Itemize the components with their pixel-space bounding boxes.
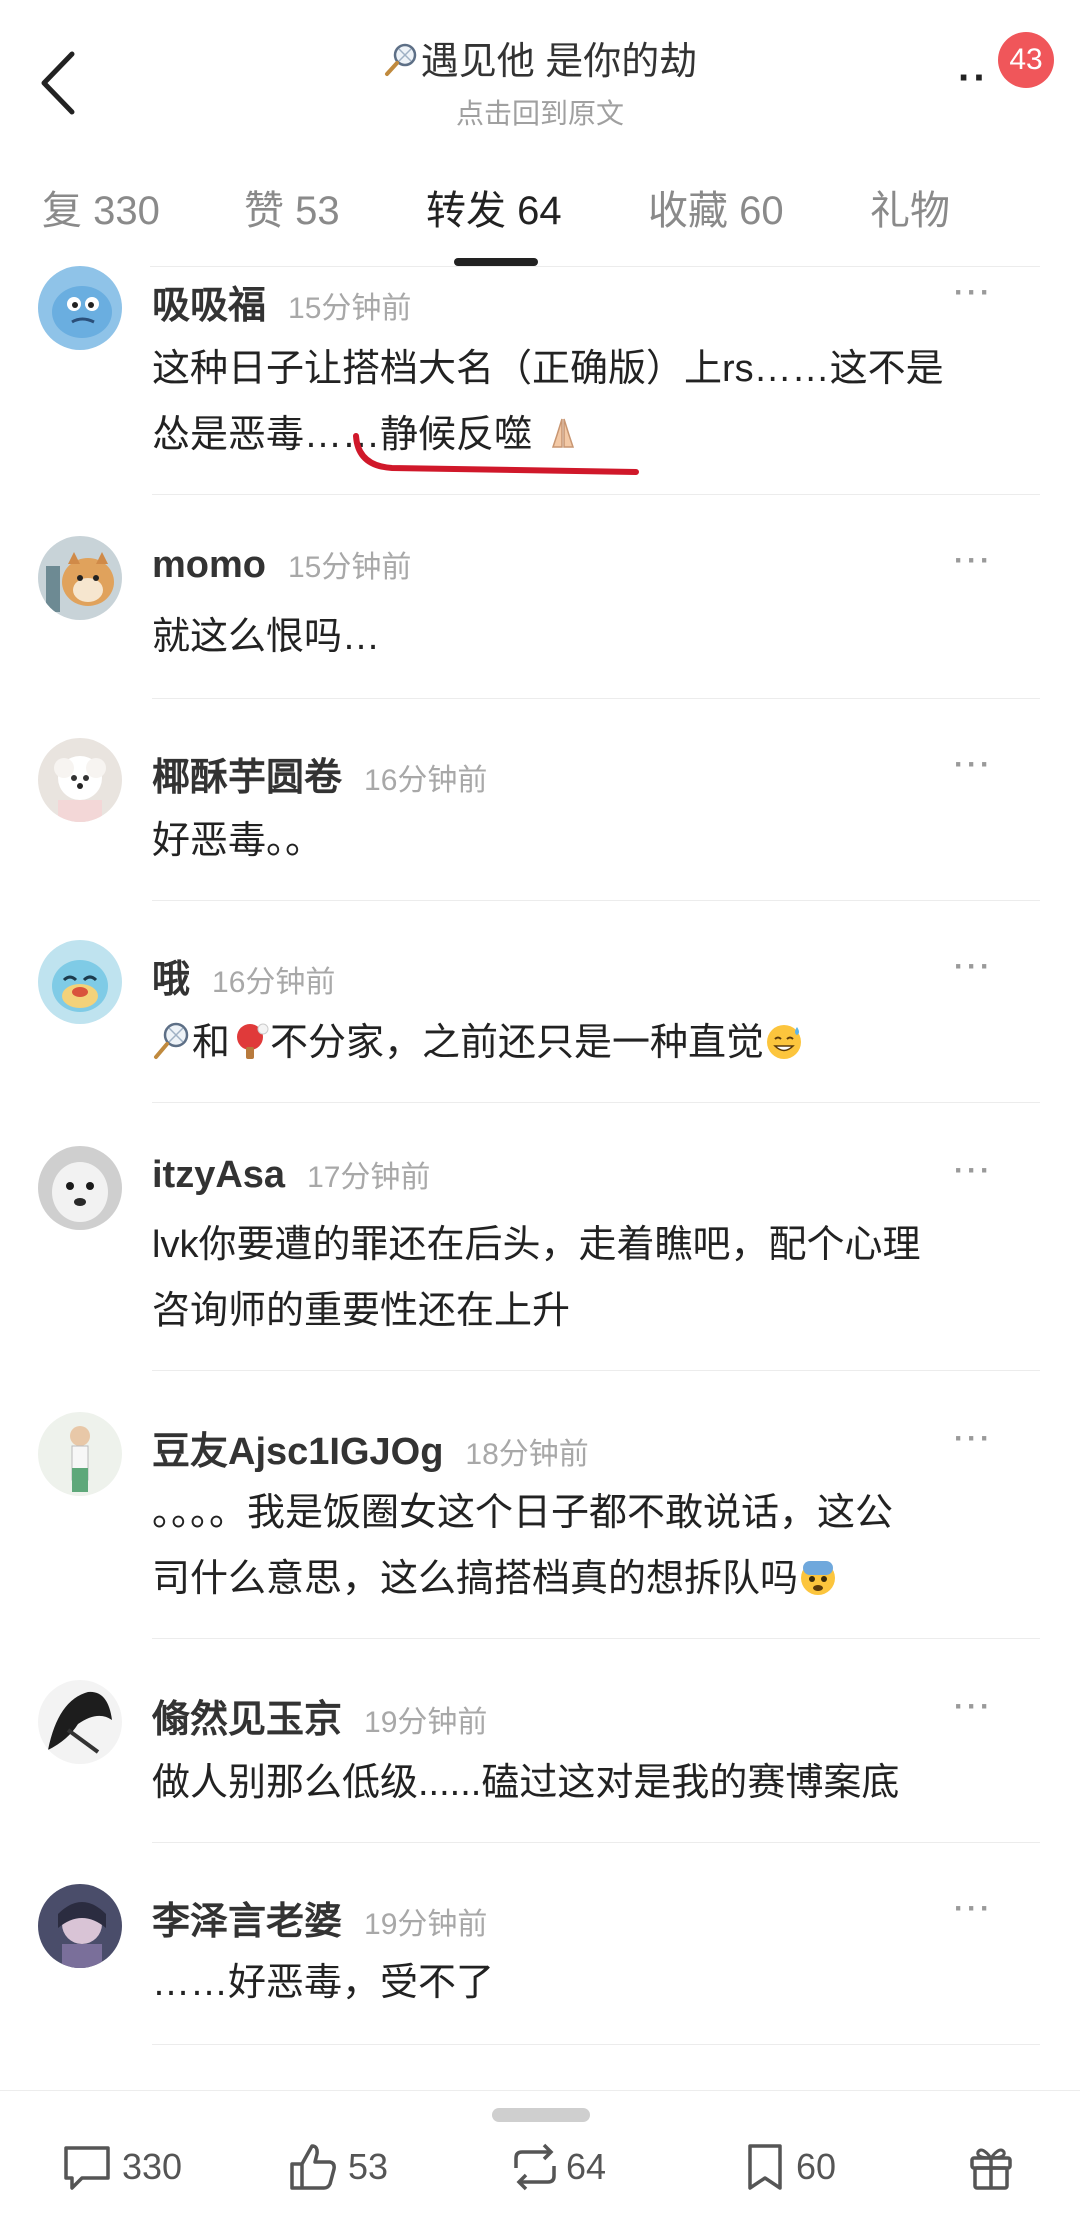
fearful-emoji-icon: [801, 1561, 836, 1595]
like-count: 53: [348, 2146, 389, 2187]
back-to-original-link[interactable]: 点击回到原文: [0, 92, 1080, 132]
post-title: 遇见他 是你的劫: [420, 41, 698, 83]
comment-text: 和 不分家，之前还只是一种直觉: [152, 1010, 1032, 1076]
tab-bar: 复 330 赞 53 转发 64 收藏 60 礼物: [0, 160, 1080, 270]
timestamp: 16分钟前: [212, 966, 336, 999]
avatar[interactable]: [38, 1412, 122, 1496]
timestamp: 19分钟前: [364, 1908, 488, 1941]
top-bar: 遇见他 是你的劫 点击回到原文 ·· 43: [0, 0, 1080, 140]
divider: [152, 900, 1040, 901]
comment-text: 就这么恨吗…: [152, 616, 381, 658]
divider: [150, 266, 1040, 267]
comment-more-icon[interactable]: ···: [954, 1892, 993, 1926]
comment-more-icon[interactable]: ···: [954, 1154, 993, 1188]
comment-text: ……好恶毒，受不了: [152, 1962, 495, 2004]
comment-text: lvk你要遭的罪还在后头，走着瞧吧，配个心理 咨询师的重要性还在上升: [152, 1212, 1032, 1344]
timestamp: 17分钟前: [307, 1161, 431, 1194]
red-underline-annotation: [353, 433, 639, 475]
avatar[interactable]: [38, 1146, 122, 1230]
bookmark-icon: [748, 2144, 782, 2190]
comment-text: 。。。。我是饭圈女这个日子都不敢说话，这公 司什么意思，这么搞搭档真的想拆队吗: [152, 1480, 1032, 1612]
divider: [152, 1842, 1040, 1843]
active-tab-indicator: [454, 258, 538, 266]
tab-gifts[interactable]: 礼物: [870, 178, 950, 236]
divider: [152, 494, 1040, 495]
avatar[interactable]: [38, 738, 122, 822]
comment-more-icon[interactable]: ···: [954, 544, 993, 578]
username[interactable]: momo 15分钟前: [152, 542, 411, 587]
ping-pong-icon: [237, 1023, 269, 1059]
tab-likes[interactable]: 赞 53: [244, 178, 340, 236]
avatar[interactable]: [38, 940, 122, 1024]
comment-line: 。。。。我是饭圈女这个日子都不敢说话，这公: [152, 1492, 894, 1534]
favorite-count: 60: [796, 2146, 837, 2187]
avatar[interactable]: [38, 536, 122, 620]
comment-more-icon[interactable]: ···: [954, 276, 993, 310]
badminton-icon: [154, 1022, 189, 1059]
comment-line: 司什么意思，这么搞搭档真的想拆队吗: [152, 1546, 1032, 1612]
timestamp: 15分钟前: [288, 551, 412, 584]
comment-icon: [64, 2146, 110, 2190]
gift-button[interactable]: [964, 2140, 1024, 2200]
timestamp: 18分钟前: [465, 1438, 589, 1471]
avatar[interactable]: [38, 266, 122, 350]
username[interactable]: 李泽言老婆 19分钟前: [152, 1890, 487, 1945]
timestamp: 15分钟前: [288, 292, 412, 325]
post-title-link[interactable]: 遇见他 是你的劫: [0, 30, 1080, 85]
divider: [152, 1102, 1040, 1103]
divider: [152, 1638, 1040, 1639]
more-icon[interactable]: ··: [958, 56, 989, 101]
username[interactable]: 翛然见玉京 19分钟前: [152, 1688, 487, 1743]
like-icon: [290, 2144, 336, 2190]
repost-count: 64: [566, 2146, 607, 2187]
comment-line: lvk你要遭的罪还在后头，走着瞧吧，配个心理: [152, 1224, 921, 1266]
divider: [152, 2044, 1040, 2045]
avatar[interactable]: [38, 1680, 122, 1764]
comment-count: 330: [122, 2146, 183, 2187]
username[interactable]: 哦 16分钟前: [152, 948, 335, 1003]
username[interactable]: 椰酥芋圆卷 16分钟前: [152, 746, 487, 801]
sweat-emoji-icon: [767, 1025, 802, 1059]
username[interactable]: 吸吸福 15分钟前: [152, 274, 411, 329]
tab-reposts[interactable]: 转发 64: [426, 178, 562, 236]
divider: [152, 1370, 1040, 1371]
divider: [152, 698, 1040, 699]
comment-line: 咨询师的重要性还在上升: [152, 1290, 571, 1332]
repost-icon: [514, 2143, 556, 2191]
badminton-icon: [384, 43, 416, 76]
favorite-button[interactable]: 60: [738, 2140, 858, 2200]
comment-line: 这种日子让搭档大名（正确版）上rs……这不是: [152, 348, 944, 390]
timestamp: 16分钟前: [364, 764, 488, 797]
comment-text: 做人别那么低级......磕过这对是我的赛博案底: [152, 1762, 900, 1804]
gift-icon: [970, 2148, 1012, 2190]
notification-badge[interactable]: 43: [998, 32, 1054, 88]
username[interactable]: 豆友Ajsc1IGJOg 18分钟前: [152, 1420, 589, 1475]
timestamp: 19分钟前: [364, 1706, 488, 1739]
tab-comments[interactable]: 复 330: [42, 178, 160, 236]
drag-handle[interactable]: [492, 2108, 590, 2122]
comment-text: 好恶毒。。: [152, 820, 324, 862]
like-button[interactable]: 53: [286, 2140, 406, 2200]
comment-more-icon[interactable]: ···: [954, 1690, 993, 1724]
comment-more-icon[interactable]: ···: [954, 748, 993, 782]
comment-more-icon[interactable]: ···: [954, 950, 993, 984]
avatar[interactable]: [38, 1884, 122, 1968]
repost-button[interactable]: 64: [508, 2140, 628, 2200]
username[interactable]: itzyAsa 17分钟前: [152, 1152, 430, 1197]
comment-more-icon[interactable]: ···: [954, 1422, 993, 1456]
tab-favorites[interactable]: 收藏 60: [648, 178, 784, 236]
comment-button[interactable]: 330: [60, 2140, 200, 2200]
